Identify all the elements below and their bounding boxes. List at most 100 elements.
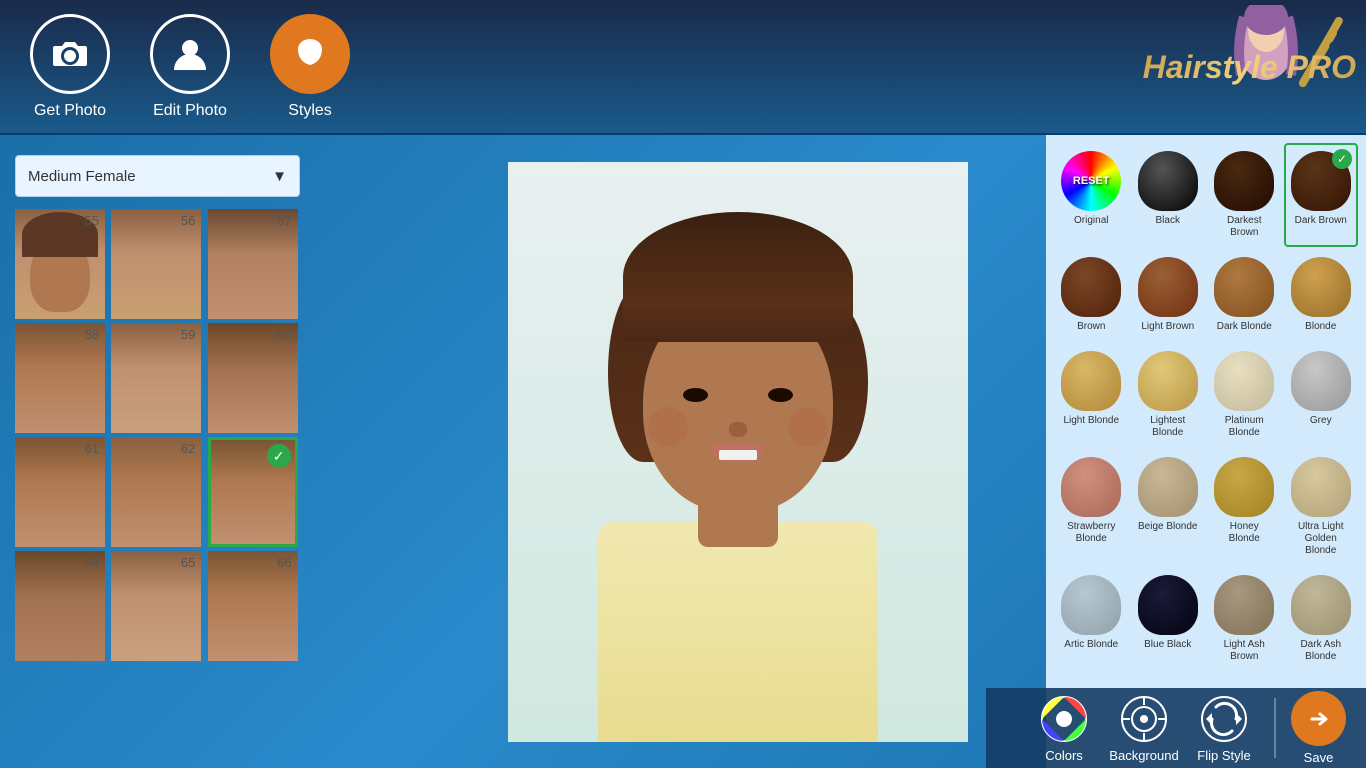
platinum-blonde-swatch [1214, 351, 1274, 411]
background-button[interactable]: Background [1109, 694, 1179, 763]
color-light-ash-brown[interactable]: Light Ash Brown [1207, 567, 1282, 671]
blonde-swatch [1291, 257, 1351, 317]
style-item-64[interactable]: 64 [15, 551, 105, 661]
color-light-blonde-label: Light Blonde [1063, 415, 1119, 427]
style-item-58[interactable]: 58 [15, 323, 105, 433]
color-dark-ash-blonde-label: Dark Ash Blonde [1290, 639, 1353, 663]
style-item-61[interactable]: 61 [15, 437, 105, 547]
style-item-60[interactable]: 60 [208, 323, 298, 433]
light-blonde-swatch [1061, 351, 1121, 411]
colors-panel: RESET Original Black Darkest Brown Dark … [1046, 135, 1366, 768]
main-content: Medium Female ▼ 55 56 [0, 135, 1366, 768]
flip-style-icon [1199, 694, 1249, 744]
color-grey-label: Grey [1310, 415, 1332, 427]
nav-styles[interactable]: Styles [270, 14, 350, 120]
color-beige-blonde-label: Beige Blonde [1138, 521, 1198, 533]
color-darkest-brown[interactable]: Darkest Brown [1207, 143, 1282, 247]
color-original[interactable]: RESET Original [1054, 143, 1129, 247]
grey-swatch [1291, 351, 1351, 411]
style-grid: 55 56 57 [15, 209, 300, 661]
header-nav: Get Photo Edit Photo Styles [30, 14, 350, 120]
person-icon [150, 14, 230, 94]
colors-label: Colors [1045, 748, 1083, 763]
lightest-blonde-swatch [1138, 351, 1198, 411]
color-honey-blonde[interactable]: Honey Blonde [1207, 449, 1282, 565]
camera-icon [30, 14, 110, 94]
save-button[interactable]: Save [1291, 691, 1346, 765]
styles-label: Styles [288, 102, 332, 120]
black-swatch [1138, 151, 1198, 211]
color-blue-black[interactable]: Blue Black [1131, 567, 1206, 671]
flip-style-label: Flip Style [1197, 748, 1250, 763]
photo-preview-panel [430, 135, 1046, 768]
color-lightest-blonde[interactable]: Lightest Blonde [1131, 343, 1206, 447]
style-item-56[interactable]: 56 [111, 209, 201, 319]
color-light-brown-label: Light Brown [1141, 321, 1194, 333]
dark-blonde-swatch [1214, 257, 1274, 317]
colors-button[interactable]: Colors [1029, 694, 1099, 763]
background-icon [1119, 694, 1169, 744]
style-item-65[interactable]: 65 [111, 551, 201, 661]
light-brown-swatch [1138, 257, 1198, 317]
brand-area: Hairstyle PRO [1046, 0, 1366, 135]
reset-swatch: RESET [1061, 151, 1121, 211]
nav-get-photo[interactable]: Get Photo [30, 14, 110, 120]
color-darkest-brown-label: Darkest Brown [1213, 215, 1276, 239]
selected-color-check-icon: ✓ [1332, 149, 1352, 169]
color-original-label: Original [1074, 215, 1108, 227]
styles-icon [270, 14, 350, 94]
style-item-66[interactable]: 66 [208, 551, 298, 661]
color-light-ash-brown-label: Light Ash Brown [1213, 639, 1276, 663]
style-item-55[interactable]: 55 [15, 209, 105, 319]
color-light-blonde[interactable]: Light Blonde [1054, 343, 1129, 447]
colors-palette-icon [1039, 694, 1089, 744]
honey-blonde-swatch [1214, 457, 1274, 517]
style-item-62[interactable]: 62 [111, 437, 201, 547]
selected-check-icon: ✓ [267, 444, 291, 468]
styles-panel: Medium Female ▼ 55 56 [0, 135, 430, 768]
flip-style-button[interactable]: Flip Style [1189, 694, 1259, 763]
style-item-57[interactable]: 57 [208, 209, 298, 319]
beige-blonde-swatch [1138, 457, 1198, 517]
color-ultra-light-golden-blonde[interactable]: Ultra Light Golden Blonde [1284, 449, 1359, 565]
color-blonde[interactable]: Blonde [1284, 249, 1359, 341]
header: Get Photo Edit Photo Styles Hairstyle PR… [0, 0, 1366, 135]
color-black[interactable]: Black [1131, 143, 1206, 247]
color-honey-blonde-label: Honey Blonde [1213, 521, 1276, 545]
save-label: Save [1304, 750, 1334, 765]
color-grid: RESET Original Black Darkest Brown Dark … [1054, 143, 1358, 671]
color-brown[interactable]: Brown [1054, 249, 1129, 341]
blue-black-swatch [1138, 575, 1198, 635]
edit-photo-label: Edit Photo [153, 102, 227, 120]
style-category-dropdown[interactable]: Medium Female ▼ [15, 155, 300, 197]
save-arrow-icon [1291, 691, 1346, 746]
color-beige-blonde[interactable]: Beige Blonde [1131, 449, 1206, 565]
color-platinum-blonde-label: Platinum Blonde [1213, 415, 1276, 439]
color-lightest-blonde-label: Lightest Blonde [1137, 415, 1200, 439]
color-dark-ash-blonde[interactable]: Dark Ash Blonde [1284, 567, 1359, 671]
color-dark-blonde-label: Dark Blonde [1217, 321, 1272, 333]
style-item-59[interactable]: 59 [111, 323, 201, 433]
color-light-brown[interactable]: Light Brown [1131, 249, 1206, 341]
color-blue-black-label: Blue Black [1144, 639, 1191, 651]
color-grey[interactable]: Grey [1284, 343, 1359, 447]
darkest-brown-swatch [1214, 151, 1274, 211]
color-blonde-label: Blonde [1305, 321, 1336, 333]
photo-frame [508, 162, 968, 742]
color-black-label: Black [1156, 215, 1180, 227]
color-artic-blonde-label: Artic Blonde [1064, 639, 1118, 651]
nav-edit-photo[interactable]: Edit Photo [150, 14, 230, 120]
color-strawberry-blonde[interactable]: Strawberry Blonde [1054, 449, 1129, 565]
color-dark-blonde[interactable]: Dark Blonde [1207, 249, 1282, 341]
color-dark-brown-label: Dark Brown [1295, 215, 1347, 227]
style-category-label: Medium Female [28, 168, 136, 185]
color-strawberry-blonde-label: Strawberry Blonde [1060, 521, 1123, 545]
light-ash-brown-swatch [1214, 575, 1274, 635]
artic-blonde-swatch [1061, 575, 1121, 635]
color-platinum-blonde[interactable]: Platinum Blonde [1207, 343, 1282, 447]
color-dark-brown[interactable]: Dark Brown ✓ [1284, 143, 1359, 247]
color-artic-blonde[interactable]: Artic Blonde [1054, 567, 1129, 671]
style-item-63[interactable]: ✓ [208, 437, 298, 547]
dark-ash-blonde-swatch [1291, 575, 1351, 635]
footer-toolbar: Colors Background Flip [986, 688, 1366, 768]
